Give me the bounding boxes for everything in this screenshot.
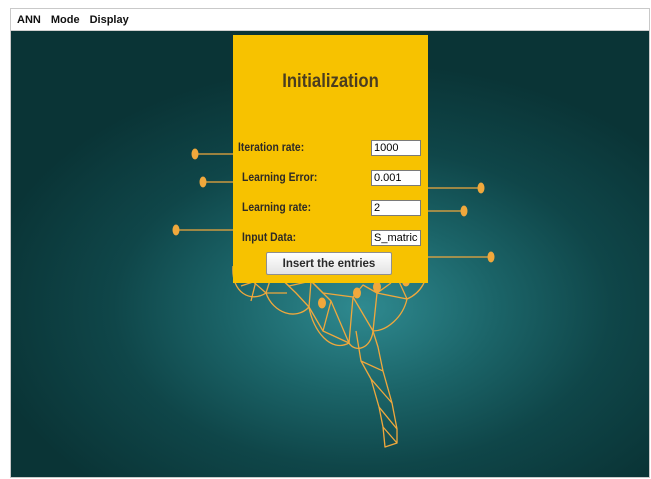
learning-error-label: Learning Error: xyxy=(242,172,318,184)
menu-bar: ANN Mode Display xyxy=(11,9,649,31)
node-dot xyxy=(373,281,381,293)
background-canvas: Initialization Iteration rate: Learning … xyxy=(11,31,649,477)
brain-stem xyxy=(355,330,398,448)
menu-ann[interactable]: ANN xyxy=(17,14,41,26)
brain-mesh xyxy=(266,292,350,344)
iteration-rate-label: Iteration rate: xyxy=(238,142,305,154)
learning-rate-label: Learning rate: xyxy=(242,202,312,214)
panel-title: Initialization xyxy=(282,71,379,92)
node-dot xyxy=(477,182,485,194)
menu-display[interactable]: Display xyxy=(90,14,129,26)
node-dot xyxy=(318,297,326,309)
input-data-input[interactable] xyxy=(371,230,421,246)
node-dot xyxy=(353,287,361,299)
node-dot xyxy=(172,224,180,236)
learning-error-input[interactable] xyxy=(371,170,421,186)
brain-stem-mesh xyxy=(360,360,398,444)
node-dot xyxy=(199,176,207,188)
initialization-panel: Initialization Iteration rate: Learning … xyxy=(233,35,428,283)
iteration-rate-input[interactable] xyxy=(371,140,421,156)
menu-mode[interactable]: Mode xyxy=(51,14,80,26)
node-dot xyxy=(191,148,199,160)
brain-mesh xyxy=(240,280,257,302)
input-data-label: Input Data: xyxy=(242,232,297,244)
node-dot xyxy=(487,251,495,263)
learning-rate-input[interactable] xyxy=(371,200,421,216)
insert-entries-button[interactable]: Insert the entries xyxy=(266,252,392,275)
node-dot xyxy=(460,205,468,217)
app-window: ANN Mode Display Initialization Iteratio… xyxy=(10,8,650,478)
